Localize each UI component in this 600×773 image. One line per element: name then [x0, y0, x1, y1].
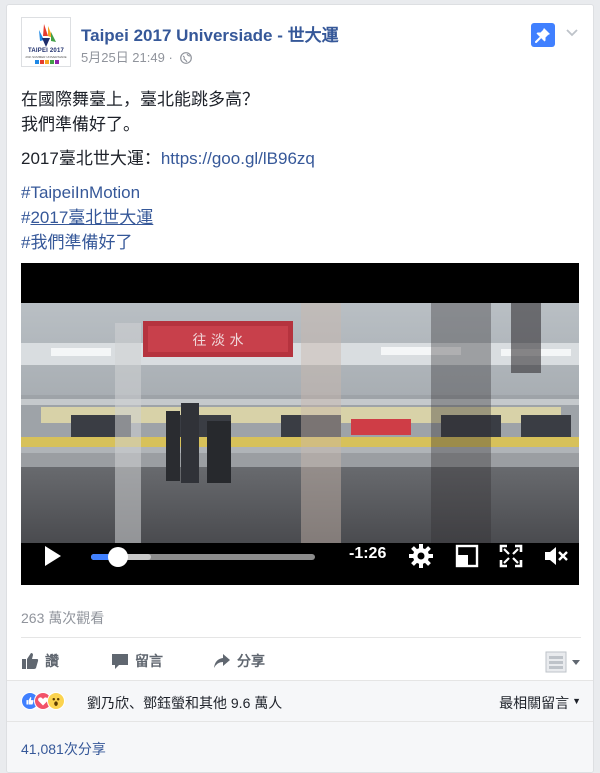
shares-bar: 41,081次分享	[7, 721, 593, 772]
universiade-logo-icon	[39, 24, 56, 47]
post-meta: 5月25日 21:49 ·	[81, 47, 193, 66]
hashtag-link[interactable]: #2017臺北世大運	[21, 205, 315, 230]
page-avatar[interactable]: TAIPEI 2017 29th SUMMER UNIVERSIADE	[21, 17, 71, 67]
comment-sort-label: 最相關留言	[499, 695, 570, 711]
volume-muted-icon[interactable]	[543, 545, 569, 567]
reactions-bar: 劉乃欣、鄧鈺螢和其他 9.6 萬人 最相關留言 ▼	[7, 680, 593, 721]
like-button[interactable]: 讚	[21, 651, 59, 671]
comment-button[interactable]: 留言	[111, 651, 163, 671]
share-button[interactable]: 分享	[213, 651, 265, 671]
meta-separator: ·	[164, 50, 177, 65]
post-text-line: 我們準備好了。	[21, 115, 140, 134]
post-body: 在國際舞臺上，臺北能跳多高？ 我們準備好了。 2017臺北世大運：https:/…	[21, 87, 315, 255]
link-prefix: 2017臺北世大運：	[21, 149, 161, 168]
avatar-logo-text: TAIPEI 2017	[27, 48, 65, 54]
video-controls: -1:26	[21, 535, 579, 575]
view-count: 263 萬次觀看	[21, 610, 105, 626]
video-remaining-time: -1:26	[349, 545, 387, 562]
hashtag-underlined-text: 2017臺北世大運	[30, 208, 154, 227]
action-bar: 讚 留言 分享	[21, 643, 581, 679]
reaction-icons[interactable]	[21, 692, 79, 710]
hashtag-link[interactable]: #TaipeiInMotion	[21, 180, 315, 205]
post-link-line: 2017臺北世大運：https://goo.gl/lB96zq	[21, 146, 315, 171]
post-timestamp[interactable]: 5月25日 21:49	[81, 50, 165, 65]
caret-down-icon	[572, 660, 580, 665]
comment-label: 留言	[135, 653, 163, 669]
picture-in-picture-icon[interactable]	[455, 544, 479, 568]
post-url-link[interactable]: https://goo.gl/lB96zq	[161, 149, 315, 168]
thumbs-up-icon	[22, 653, 39, 669]
pinned-post-button[interactable]	[531, 23, 555, 47]
post-text-line: 在國際舞臺上，臺北能跳多高？	[21, 90, 259, 109]
like-label: 讚	[45, 653, 59, 669]
caret-down-icon: ▼	[572, 696, 581, 706]
share-label: 分享	[237, 653, 265, 669]
fullscreen-icon[interactable]	[499, 544, 523, 568]
page-name-link[interactable]: Taipei 2017 Universiade - 世大運	[81, 21, 339, 46]
gear-icon[interactable]	[408, 543, 434, 569]
station-sign-text: 往 淡 水	[193, 333, 244, 349]
video-player[interactable]: 往 淡 水 -1:26	[21, 263, 579, 585]
globe-icon[interactable]	[180, 52, 193, 64]
avatar-logo-sub: 29th SUMMER UNIVERSIADE	[25, 55, 67, 59]
comment-sort-dropdown[interactable]: 最相關留言 ▼	[499, 693, 581, 713]
comment-icon	[112, 654, 128, 669]
divider	[21, 637, 581, 638]
post-card: TAIPEI 2017 29th SUMMER UNIVERSIADE Taip…	[6, 4, 594, 773]
play-icon[interactable]	[43, 545, 63, 567]
pin-icon	[535, 28, 550, 43]
reaction-names[interactable]: 劉乃欣、鄧鈺螢和其他 9.6 萬人	[87, 693, 282, 713]
share-count-link[interactable]: 41,081次分享	[21, 739, 106, 759]
chevron-down-icon[interactable]	[565, 25, 579, 39]
logo-rings-icon	[35, 60, 59, 64]
share-icon	[214, 654, 230, 668]
video-progress-handle[interactable]	[107, 547, 128, 567]
wow-reaction-icon	[47, 692, 65, 710]
comment-as-selector[interactable]	[545, 651, 581, 673]
video-frame: 往 淡 水	[21, 303, 579, 543]
profile-thumbnail-icon	[545, 651, 567, 673]
post-header: TAIPEI 2017 29th SUMMER UNIVERSIADE Taip…	[21, 17, 581, 71]
hashtag-link[interactable]: #我們準備好了	[21, 230, 315, 255]
